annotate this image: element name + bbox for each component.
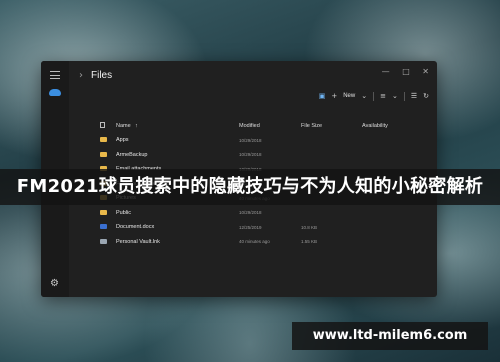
sort-arrow-icon[interactable]: ↑ (135, 123, 138, 129)
hamburger-menu-icon[interactable] (50, 71, 60, 79)
file-row[interactable]: Personal Vault.lnk 40 minutes ago 1.55 KB (69, 235, 437, 250)
column-file-size[interactable]: File Size (301, 123, 322, 129)
maximize-icon[interactable]: □ (402, 67, 410, 76)
folder-icon (100, 151, 107, 157)
file-name: Public (116, 209, 131, 216)
toolbar: ▣ + New ⌄ ≡ ⌄ ☰ ↻ (319, 89, 429, 103)
word-document-icon (100, 224, 107, 229)
chevron-down-icon[interactable]: ⌄ (392, 92, 398, 100)
file-row[interactable]: Document.docx 12/25/2019 10.8 KB (69, 220, 437, 235)
sort-icon[interactable]: ≡ (380, 92, 386, 100)
column-modified[interactable]: Modified (239, 123, 260, 129)
file-row[interactable]: Apps 10/29/2018 (69, 133, 437, 148)
gear-icon[interactable]: ⚙ (50, 278, 59, 289)
add-icon[interactable]: + (331, 92, 337, 100)
file-row[interactable]: ArmeBackup 10/29/2018 (69, 148, 437, 163)
toolbar-divider (373, 91, 375, 101)
title-bar: › Files — □ ✕ (69, 61, 437, 91)
folder-icon (100, 137, 107, 142)
file-name: Personal Vault.lnk (116, 238, 160, 245)
file-row[interactable]: Public 10/29/2018 (69, 206, 437, 221)
window-controls: — □ ✕ (372, 67, 429, 76)
chevron-down-icon[interactable]: ⌄ (361, 92, 367, 100)
file-modified: 40 minutes ago (239, 239, 270, 244)
column-name[interactable]: Name (116, 123, 131, 129)
file-size: 10.8 KB (301, 224, 318, 230)
chevron-right-icon[interactable]: › (79, 70, 83, 81)
file-modified: 10/29/2018 (239, 137, 262, 143)
toolbar-divider (403, 91, 405, 101)
cloud-icon[interactable] (49, 89, 61, 96)
view-icon[interactable]: ☰ (411, 92, 417, 100)
minimize-icon[interactable]: — (382, 67, 390, 76)
file-name: Document.docx (116, 224, 155, 230)
close-icon[interactable]: ✕ (422, 67, 429, 76)
file-name: ArmeBackup (116, 151, 148, 158)
new-button[interactable]: New (343, 93, 355, 99)
column-availability[interactable]: Availability (362, 123, 388, 129)
file-size: 1.55 KB (301, 239, 318, 244)
document-icon (100, 122, 105, 128)
folder-icon (100, 209, 107, 215)
banner-text: FM2021球员搜索中的隐藏技巧与不为人知的小秘密解析 (16, 176, 484, 197)
window-title: Files (91, 70, 113, 81)
file-modified: 12/25/2019 (239, 224, 262, 230)
file-modified: 10/29/2018 (239, 210, 262, 215)
refresh-icon[interactable]: ↻ (423, 92, 429, 100)
save-icon[interactable]: ▣ (319, 92, 326, 100)
shortcut-icon (100, 238, 107, 244)
watermark-url: www.ltd-milem6.com (312, 328, 468, 343)
file-modified: 10/29/2018 (239, 152, 262, 157)
file-name: Apps (116, 137, 129, 143)
column-header-row: Name ↑ Modified File Size Availability (69, 119, 437, 133)
